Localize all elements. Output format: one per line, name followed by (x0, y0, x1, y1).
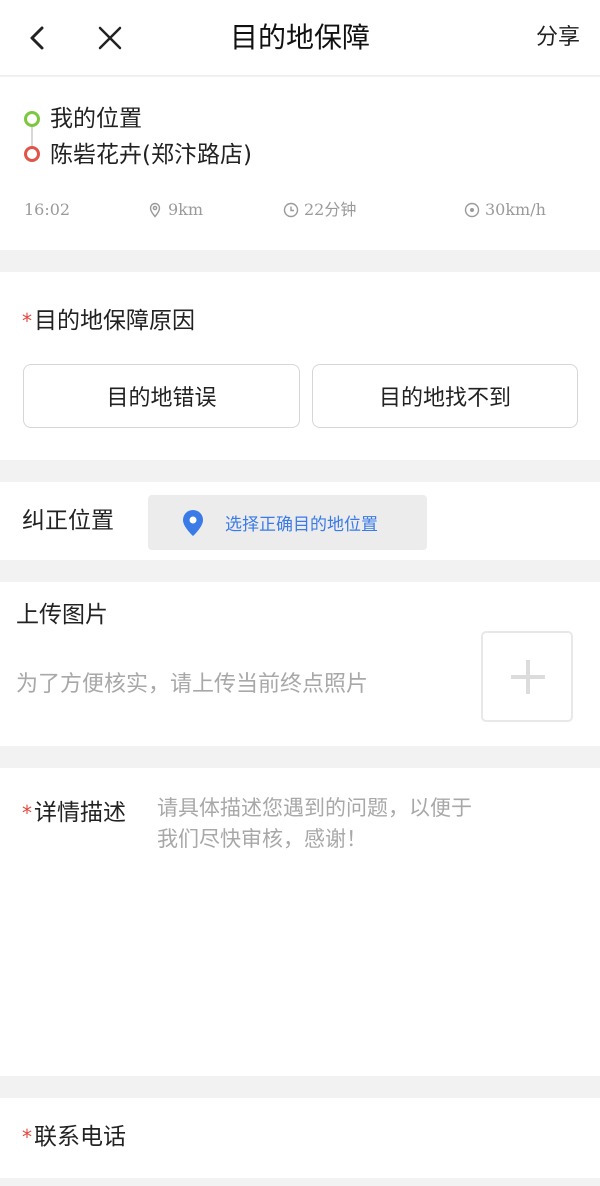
required-mark: * (22, 1125, 32, 1149)
add-photo-button[interactable] (481, 631, 573, 722)
select-location-button[interactable]: 选择正确目的地位置 (148, 495, 427, 550)
top-bar: 目的地保障 分享 (0, 0, 600, 76)
detail-label-text: 详情描述 (34, 800, 126, 826)
route-stats: 16:02 9km 22分钟 30km/h (0, 198, 600, 224)
option-wrong-destination-button[interactable]: 目的地错误 (23, 364, 300, 428)
phone-input[interactable] (150, 1110, 570, 1160)
phone-label-text: 联系电话 (34, 1124, 126, 1150)
end-location: 陈砦花卉(郑汴路店) (50, 142, 252, 168)
upload-label: 上传图片 (16, 602, 108, 628)
route-duration-value: 22分钟 (304, 200, 357, 219)
route-speed: 30km/h (464, 198, 546, 222)
upload-tip: 为了方便核实，请上传当前终点照片 (16, 672, 369, 697)
route-connector (31, 127, 33, 146)
route-speed-value: 30km/h (485, 200, 546, 219)
plus-icon-stem (526, 660, 530, 694)
route-duration: 22分钟 (283, 198, 356, 222)
option-destination-not-found-button[interactable]: 目的地找不到 (312, 364, 578, 428)
back-arrow-icon[interactable] (22, 22, 54, 54)
page-title: 目的地保障 (229, 21, 370, 54)
start-point-icon (24, 111, 40, 127)
reason-label: *目的地保障原因 (22, 306, 195, 336)
phone-label: *联系电话 (22, 1122, 126, 1152)
start-location: 我的位置 (50, 106, 142, 132)
end-point-icon (24, 146, 40, 162)
required-mark: * (22, 801, 32, 825)
detail-label: *详情描述 (22, 798, 126, 828)
detail-textarea[interactable]: 请具体描述您遇到的问题，以便于 我们尽快审核，感谢！ (157, 793, 557, 1053)
required-mark: * (22, 309, 32, 333)
route-time: 16:02 (24, 198, 70, 222)
share-button[interactable]: 分享 (536, 22, 580, 54)
reason-label-text: 目的地保障原因 (34, 308, 195, 334)
map-pin-icon (183, 510, 203, 536)
route-distance: 9km (147, 198, 203, 222)
clock-icon (283, 202, 299, 218)
close-icon[interactable] (94, 22, 126, 54)
correct-location-label: 纠正位置 (22, 508, 114, 534)
route-distance-value: 9km (168, 200, 204, 219)
select-location-label: 选择正确目的地位置 (225, 515, 378, 535)
speed-gauge-icon (464, 202, 480, 218)
route-time-value: 16:02 (24, 200, 71, 219)
location-pin-icon (149, 202, 161, 218)
